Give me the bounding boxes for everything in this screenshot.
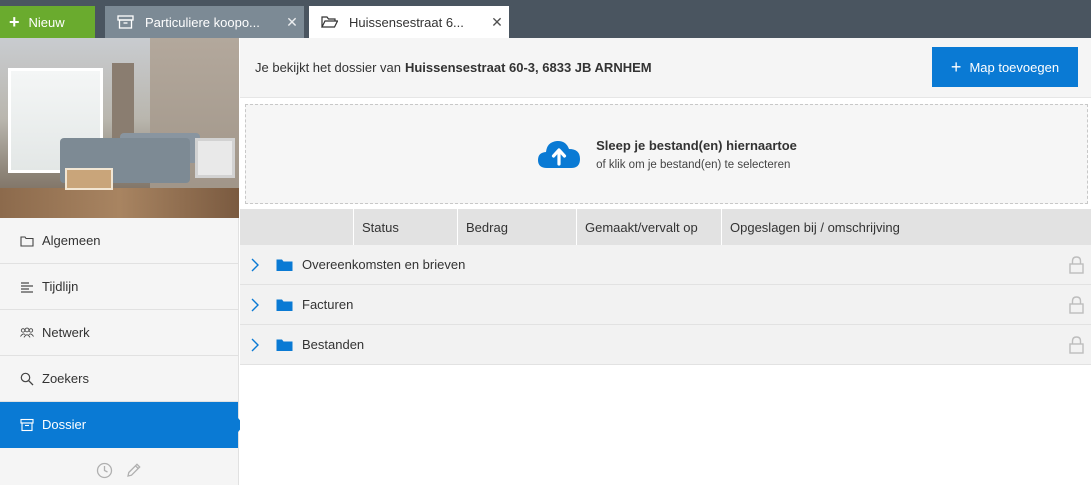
add-folder-label: Map toevoegen: [969, 59, 1060, 75]
sidebar-item-label: Algemeen: [42, 233, 101, 248]
tab-huissensestraat[interactable]: Huissensestraat 6... ✕: [309, 6, 509, 38]
sidebar-item-label: Tijdlijn: [42, 279, 79, 294]
pencil-icon[interactable]: [125, 462, 142, 479]
dossier-header: Je bekijkt het dossier van Huissensestraa…: [240, 38, 1091, 98]
sidebar-item-netwerk[interactable]: Netwerk: [0, 310, 238, 356]
dropzone-title: Sleep je bestand(en) hiernaartoe: [596, 137, 797, 153]
file-dropzone[interactable]: Sleep je bestand(en) hiernaartoe of klik…: [245, 104, 1088, 204]
sidebar-footer: [0, 448, 238, 479]
folder-row-overeenkomsten[interactable]: Overeenkomsten en brieven: [240, 245, 1091, 285]
chevron-right-icon[interactable]: [248, 258, 262, 272]
column-header-status[interactable]: Status: [353, 209, 457, 245]
clock-icon[interactable]: [96, 462, 113, 479]
sidebar: Algemeen Tijdlijn Netwerk Zoekers Dossie…: [0, 38, 244, 485]
tab-bar: + Nieuw Particuliere koopo... ✕ Huissens…: [0, 0, 1091, 38]
property-photo: [0, 38, 239, 218]
lock-icon: [1069, 336, 1084, 354]
tab-label: Huissensestraat 6...: [349, 14, 464, 30]
add-folder-button[interactable]: + Map toevoegen: [932, 47, 1078, 87]
close-icon[interactable]: ✕: [280, 14, 304, 31]
folder-name: Facturen: [302, 297, 354, 312]
sidebar-item-label: Zoekers: [42, 371, 89, 386]
search-icon: [20, 372, 34, 385]
timeline-list-icon: [21, 281, 33, 293]
dropzone-subtitle: of klik om je bestand(en) te selecteren: [596, 158, 791, 171]
intro-text: Je bekijkt het dossier van: [255, 60, 401, 75]
folder-name: Bestanden: [302, 337, 365, 352]
chevron-right-icon[interactable]: [248, 298, 262, 312]
column-header-opgeslagen[interactable]: Opgeslagen bij / omschrijving: [721, 209, 1091, 245]
lock-icon: [1069, 256, 1084, 274]
new-button-label: Nieuw: [28, 14, 65, 30]
sidebar-item-algemeen[interactable]: Algemeen: [0, 218, 238, 264]
dossier-intro: Je bekijkt het dossier van Huissensestraa…: [255, 60, 652, 75]
folder-icon: [276, 259, 293, 271]
folder-name: Overeenkomsten en brieven: [302, 257, 466, 272]
folder-open-icon: [321, 16, 338, 28]
sidebar-item-zoekers[interactable]: Zoekers: [0, 356, 238, 402]
plus-icon: +: [9, 12, 20, 32]
folder-icon: [20, 235, 34, 247]
new-button[interactable]: + Nieuw: [0, 6, 95, 38]
folder-icon: [276, 299, 293, 311]
main-content: Je bekijkt het dossier van Huissensestraa…: [240, 38, 1091, 485]
archive-box-icon: [20, 418, 34, 431]
sidebar-item-tijdlijn[interactable]: Tijdlijn: [0, 264, 238, 310]
close-icon[interactable]: ✕: [485, 14, 509, 31]
sidebar-item-label: Dossier: [42, 417, 87, 432]
column-header-gemaakt[interactable]: Gemaakt/vervalt op: [576, 209, 721, 245]
sidebar-item-label: Netwerk: [42, 325, 90, 340]
plus-icon: +: [950, 57, 962, 77]
table-header: Status Bedrag Gemaakt/vervalt op Opgesla…: [240, 209, 1091, 245]
cloud-upload-icon: [538, 140, 581, 168]
dossier-address: Huissensestraat 60-3, 6833 JB ARNHEM: [404, 60, 652, 75]
sidebar-item-dossier[interactable]: Dossier: [0, 402, 244, 448]
folder-row-facturen[interactable]: Facturen: [240, 285, 1091, 325]
column-header-bedrag[interactable]: Bedrag: [457, 209, 576, 245]
tab-label: Particuliere koopo...: [145, 14, 260, 30]
chevron-right-icon[interactable]: [248, 338, 262, 352]
folder-icon: [276, 339, 293, 351]
column-header-blank: [240, 209, 353, 245]
tab-particuliere-koop[interactable]: Particuliere koopo... ✕: [105, 6, 304, 38]
people-icon: [20, 327, 34, 338]
lock-icon: [1069, 296, 1084, 314]
archive-box-icon: [117, 15, 134, 29]
folder-row-bestanden[interactable]: Bestanden: [240, 325, 1091, 365]
